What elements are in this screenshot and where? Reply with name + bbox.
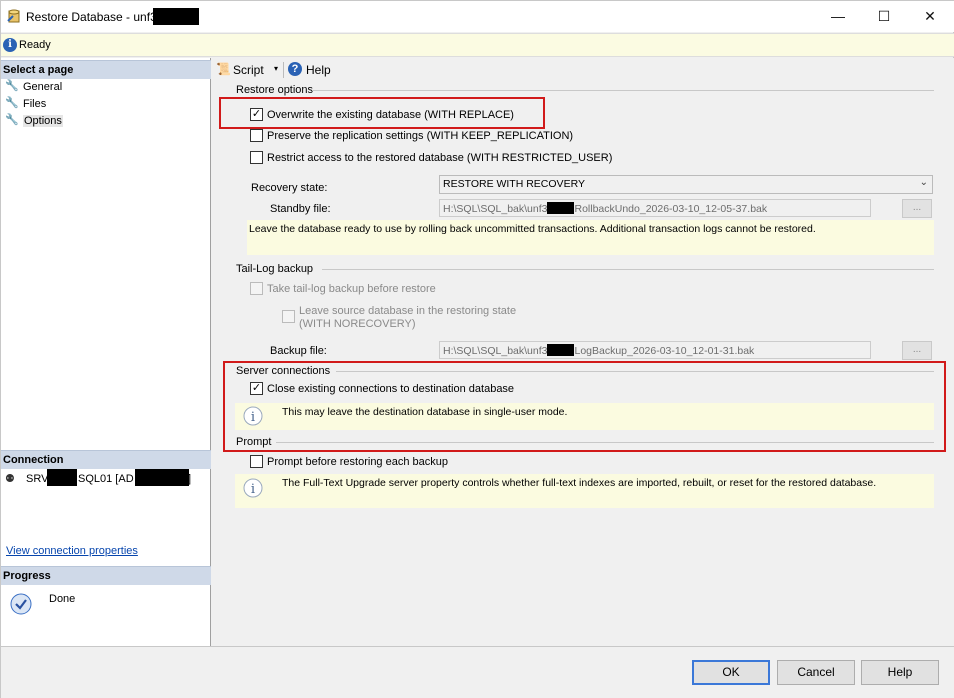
prompt-header: Prompt [236,436,272,448]
prompt-label: Prompt before restoring each backup [267,456,448,468]
help-button[interactable]: Help [861,660,939,685]
maximize-button[interactable]: ☐ [861,1,907,32]
preserve-replication-checkbox[interactable] [250,129,263,142]
recovery-note-text: Leave the database ready to use by rolli… [249,223,816,235]
prompt-note-text: The Full-Text Upgrade server property co… [282,477,877,489]
connection-text-instance: SQL01 [AD [78,473,134,485]
help-icon: ? [288,62,302,76]
standby-file-input[interactable]: H:\SQL\SQL_bak\unf3 RollbackUndo_2026-03-… [439,199,871,217]
wrench-icon: 🔧 [5,97,19,109]
preserve-replication-label: Preserve the replication settings (WITH … [267,130,574,142]
sidebar-item-options[interactable]: 🔧 Options [5,113,205,129]
restrict-access-label: Restrict access to the restored database… [267,152,613,164]
redacted-block [547,202,575,214]
divider [276,442,934,443]
prompt-checkbox[interactable] [250,455,263,468]
info-icon: i [3,38,17,52]
connection-text-server: SRV [26,473,49,485]
svg-text:i: i [251,482,255,497]
divider [312,90,934,91]
title-bar: Restore Database - unf3 — ☐ ✕ [1,1,954,32]
recovery-state-value: RESTORE WITH RECOVERY [443,178,585,190]
tail-log-header: Tail-Log backup [236,263,314,275]
svg-text:i: i [251,410,255,425]
take-tail-log-checkbox[interactable] [250,282,263,295]
standby-file-suffix: RollbackUndo_2026-03-10_12-05-37.bak [574,203,768,215]
toolbar-divider [283,62,284,78]
restore-options-header: Restore options [236,84,314,96]
sidebar-item-general[interactable]: 🔧 General [5,79,205,95]
recovery-state-label: Recovery state: [251,182,328,194]
window-title: Restore Database - unf3 [26,10,157,24]
close-button[interactable]: ✕ [907,1,953,32]
wrench-icon: 🔧 [5,114,19,126]
options-panel: 📜 Script ▾ ? Help Restore options ✓ Over… [212,58,954,646]
cancel-button[interactable]: Cancel [777,660,855,685]
backup-file-input[interactable]: H:\SQL\SQL_bak\unf3 LogBackup_2026-03-10_… [439,341,871,359]
connection-text-end: ] [188,473,192,485]
restrict-access-checkbox[interactable] [250,151,263,164]
progress-header: Progress [1,566,211,585]
server-connections-note: i This may leave the destination databas… [235,403,934,430]
leave-restoring-checkbox[interactable] [282,310,295,323]
chevron-down-icon: ⌄ [919,177,928,188]
recovery-note: Leave the database ready to use by rolli… [247,220,934,255]
server-connections-note-text: This may leave the destination database … [282,406,568,418]
backup-file-suffix: LogBackup_2026-03-10_12-01-31.bak [574,345,755,357]
overwrite-checkbox[interactable]: ✓ [250,108,263,121]
left-panel: Select a page 🔧 General 🔧 Files 🔧 Option… [1,58,211,646]
help-label: Help [306,63,331,77]
done-check-icon [10,593,32,615]
take-tail-log-label: Take tail-log backup before restore [267,283,436,295]
leave-restoring-label: Leave source database in the restoring s… [299,305,517,317]
leave-restoring-label-2: (WITH NORECOVERY) [299,318,416,330]
close-connections-label: Close existing connections to destinatio… [267,383,515,395]
script-button[interactable]: 📜 Script ▾ [216,62,282,78]
ok-button[interactable]: OK [692,660,770,685]
backup-browse-button[interactable]: ... [902,341,932,360]
prompt-note: i The Full-Text Upgrade server property … [235,474,934,508]
status-bar: i Ready [1,33,954,57]
restore-database-dialog: Restore Database - unf3 — ☐ ✕ i Ready Se… [0,0,954,698]
button-bar: OK Cancel Help [1,646,954,698]
server-icon: ⚉ [5,473,15,485]
sidebar-item-label: Files [23,98,47,110]
status-text: Ready [19,39,51,51]
help-toolbar-button[interactable]: ? Help [288,62,336,78]
server-connections-header: Server connections [236,365,331,377]
divider [336,371,934,372]
minimize-button[interactable]: — [815,1,861,32]
overwrite-label: Overwrite the existing database (WITH RE… [267,109,514,121]
backup-file-label: Backup file: [270,345,327,357]
redacted-block [153,8,199,25]
standby-browse-button[interactable]: ... [902,199,932,218]
view-connection-properties-link[interactable]: View connection properties [6,545,138,557]
select-page-header: Select a page [1,60,211,79]
script-label: Script [233,63,264,77]
redacted-block [135,469,189,486]
app-icon [7,9,21,23]
close-connections-checkbox[interactable]: ✓ [250,382,263,395]
wrench-icon: 🔧 [5,80,19,92]
backup-file-prefix: H:\SQL\SQL_bak\unf3 [443,345,548,357]
sidebar-item-label: Options [23,115,63,127]
redacted-block [47,469,77,486]
info-icon: i [243,406,263,426]
script-icon: 📜 [216,62,231,76]
recovery-state-select[interactable]: RESTORE WITH RECOVERY ⌄ [439,175,933,194]
standby-file-prefix: H:\SQL\SQL_bak\unf3 [443,203,548,215]
divider [322,269,934,270]
info-icon: i [243,478,263,498]
connection-header: Connection [1,450,211,469]
sidebar-item-files[interactable]: 🔧 Files [5,96,205,112]
progress-status: Done [49,593,76,605]
sidebar-item-label: General [23,81,63,93]
redacted-block [547,344,575,356]
chevron-down-icon[interactable]: ▾ [274,64,278,73]
standby-file-label: Standby file: [270,203,331,215]
